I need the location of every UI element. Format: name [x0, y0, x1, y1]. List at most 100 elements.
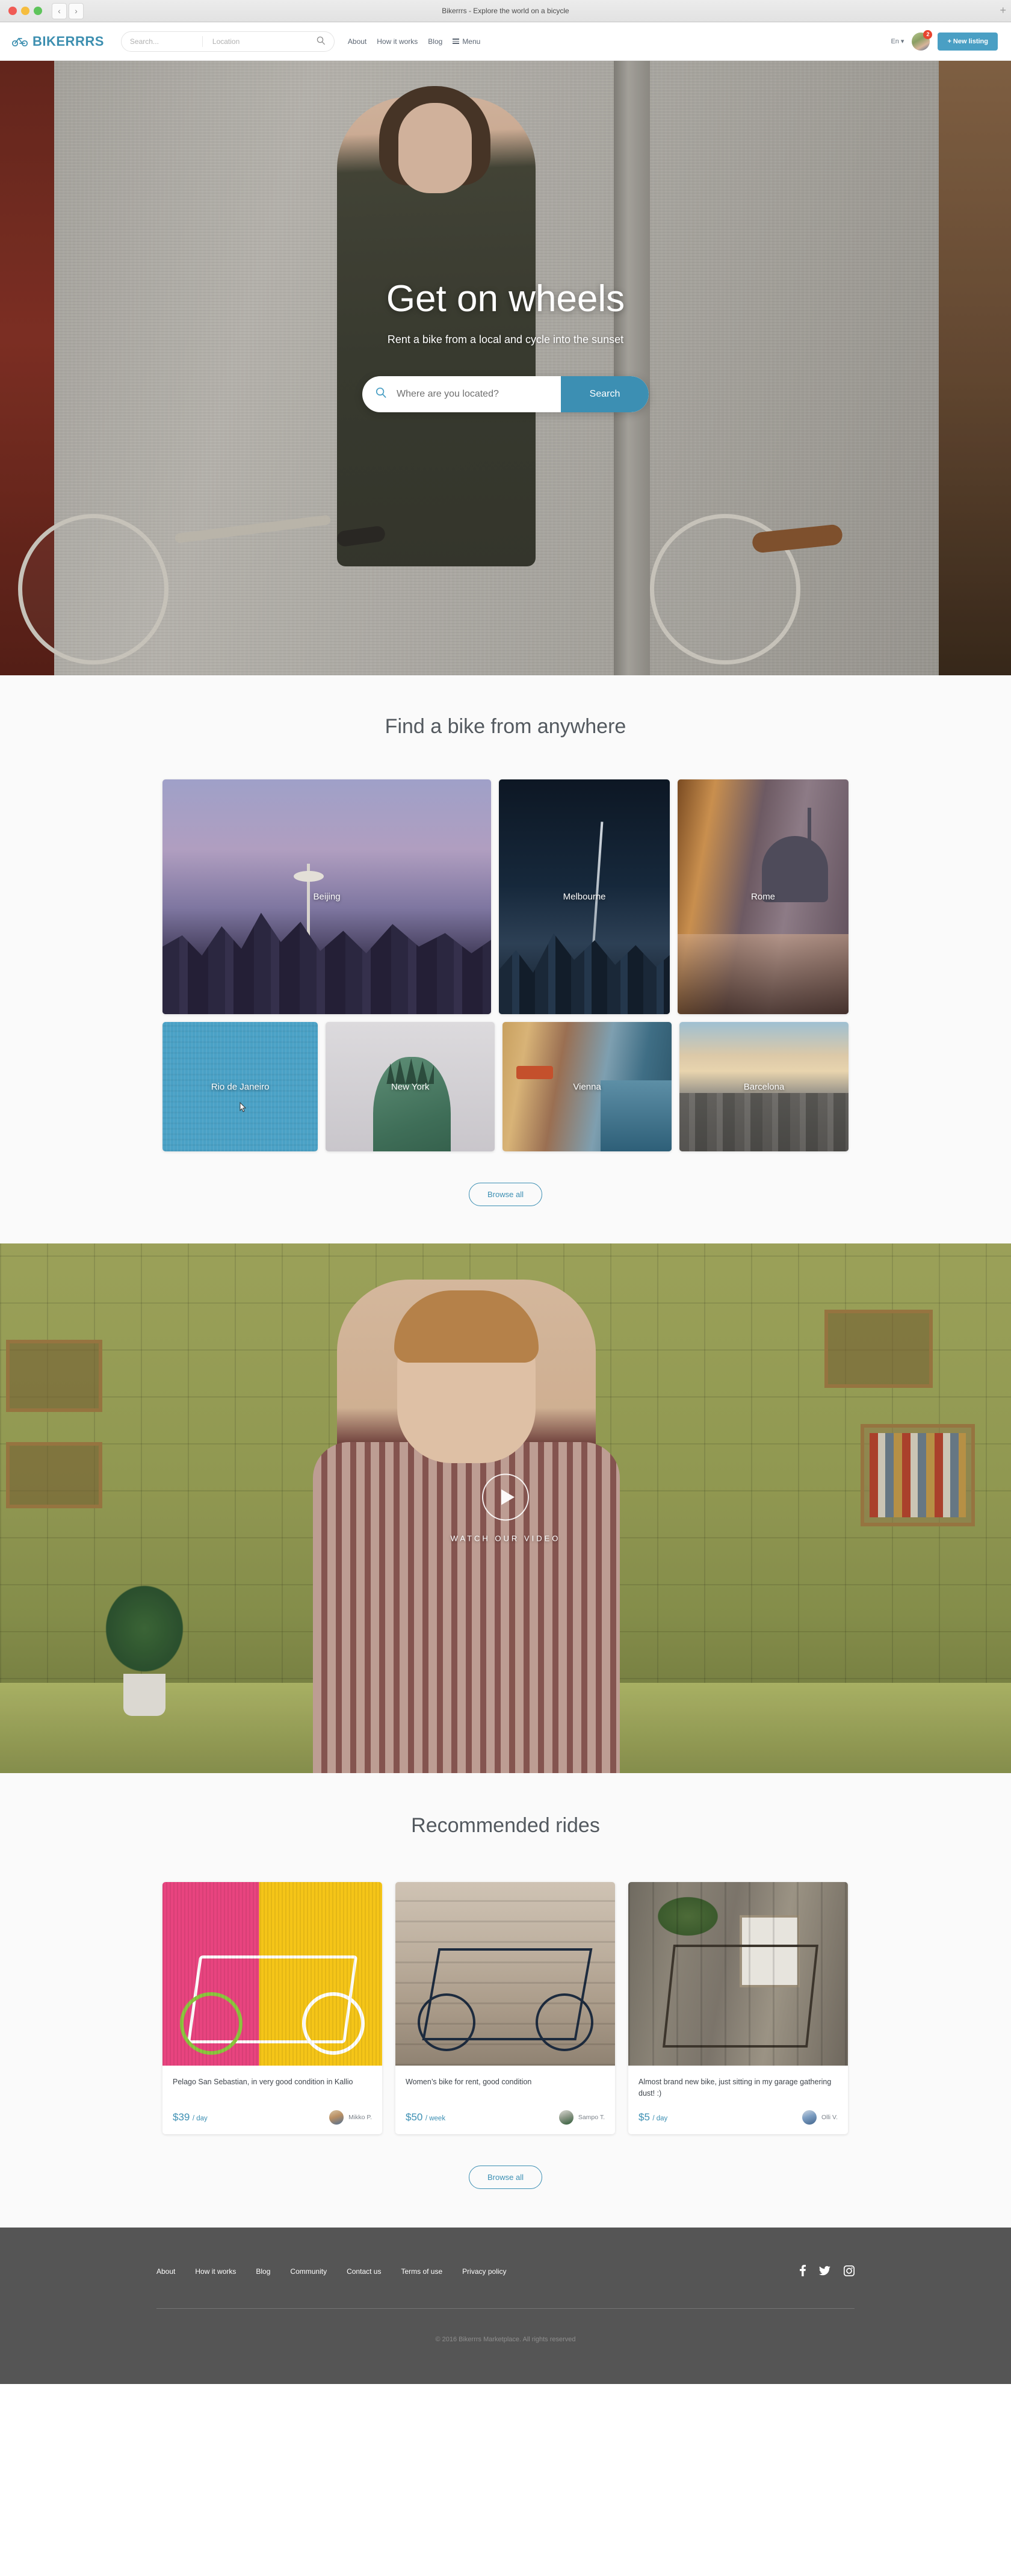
user-avatar-wrap[interactable]: 2 — [912, 29, 933, 51]
ride-price: $5 / day — [638, 2111, 667, 2123]
cities-row-1: Beijing Melbourne Rome — [162, 779, 849, 1014]
hero-section: Get on wheels Rent a bike from a local a… — [0, 61, 1011, 675]
ride-footer: $39 / day Mikko P. — [173, 2110, 372, 2125]
ride-price: $50 / week — [406, 2111, 445, 2123]
ride-price-amount: $39 — [173, 2111, 190, 2123]
rides-browse-wrap: Browse all — [0, 2166, 1011, 2189]
twitter-icon[interactable] — [818, 2265, 830, 2277]
rides-title: Recommended rides — [411, 1814, 600, 1837]
footer-divider — [156, 2308, 855, 2309]
facebook-icon[interactable] — [800, 2265, 806, 2278]
header-right: En ▾ 2 + New listing — [891, 29, 998, 51]
cities-browse-wrap: Browse all — [0, 1183, 1011, 1206]
avatar — [558, 2110, 574, 2125]
avatar — [329, 2110, 344, 2125]
rides-list: Pelago San Sebastian, in very good condi… — [162, 1882, 849, 2134]
browse-all-cities-button[interactable]: Browse all — [469, 1183, 542, 1206]
footer-links: About How it works Blog Community Contac… — [156, 2267, 507, 2276]
ride-price-period: / day — [652, 2115, 668, 2122]
nav-item-menu[interactable]: Menu — [453, 37, 480, 46]
city-card-rio-de-janeiro[interactable]: Rio de Janeiro — [162, 1022, 318, 1151]
hero-subtitle: Rent a bike from a local and cycle into … — [387, 333, 624, 345]
city-card-vienna[interactable]: Vienna — [502, 1022, 672, 1151]
back-button[interactable]: ‹ — [52, 2, 67, 19]
city-card-melbourne[interactable]: Melbourne — [499, 779, 670, 1014]
window-controls[interactable] — [8, 7, 42, 15]
footer-copyright: © 2016 Bikerrrs Marketplace. All rights … — [435, 2336, 576, 2343]
browse-all-rides-button[interactable]: Browse all — [469, 2166, 542, 2189]
footer-link-contact-us[interactable]: Contact us — [347, 2267, 381, 2276]
location-input[interactable]: Location — [203, 37, 317, 46]
search-input[interactable]: Search... — [130, 37, 202, 46]
hero-location-input[interactable]: Where are you located? — [387, 389, 561, 400]
nav-item-blog[interactable]: Blog — [428, 37, 442, 46]
ride-footer: $50 / week Sampo T. — [406, 2110, 605, 2125]
language-selector[interactable]: En ▾ — [891, 37, 904, 46]
ride-price-period: / day — [192, 2115, 208, 2122]
ride-title: Almost brand new bike, just sitting in m… — [638, 2078, 832, 2098]
browser-nav-buttons[interactable]: ‹ › — [52, 2, 84, 19]
window-title: Bikerrrs - Explore the world on a bicycl… — [442, 7, 569, 15]
nav-item-about[interactable]: About — [348, 37, 366, 46]
city-card-beijing[interactable]: Beijing — [162, 779, 492, 1014]
ride-price: $39 / day — [173, 2111, 208, 2123]
hero-title: Get on wheels — [386, 278, 625, 320]
notification-badge[interactable]: 2 — [923, 29, 933, 39]
footer-link-about[interactable]: About — [156, 2267, 175, 2276]
site-header: BIKERRRS Search... Location About How it… — [0, 22, 1011, 61]
minimize-window-button[interactable] — [21, 7, 29, 15]
footer-link-privacy-policy[interactable]: Privacy policy — [462, 2267, 506, 2276]
city-card-new-york[interactable]: New York — [326, 1022, 495, 1151]
instagram-icon[interactable] — [843, 2265, 855, 2278]
footer-link-blog[interactable]: Blog — [256, 2267, 270, 2276]
rides-section: Recommended rides Pelago San Sebastian, … — [0, 1773, 1011, 2228]
video-cta[interactable]: WATCH OUR VIDEO — [0, 1473, 1011, 1543]
city-label: Rome — [751, 891, 776, 902]
close-window-button[interactable] — [8, 7, 17, 15]
ride-owner-name: Mikko P. — [348, 2114, 372, 2121]
ride-card[interactable]: Pelago San Sebastian, in very good condi… — [162, 1882, 382, 2134]
footer-top: About How it works Blog Community Contac… — [156, 2265, 855, 2278]
search-icon[interactable] — [317, 36, 326, 47]
ride-photo — [395, 1882, 615, 2066]
hero-search-button[interactable]: Search — [561, 376, 649, 412]
nav-item-how-it-works[interactable]: How it works — [377, 37, 418, 46]
cities-row-2: Rio de Janeiro New York Vienna Barcelona — [162, 1022, 849, 1151]
new-listing-button[interactable]: + New listing — [938, 32, 998, 51]
cities-grid: Beijing Melbourne Rome Rio de Janeiro Ne… — [162, 779, 849, 1151]
city-label: Barcelona — [743, 1082, 785, 1092]
ride-owner[interactable]: Mikko P. — [329, 2110, 372, 2125]
logo-text: BIKERRRS — [32, 33, 104, 49]
ride-body: Women’s bike for rent, good condition $5… — [395, 2066, 615, 2134]
avatar — [802, 2110, 817, 2125]
language-label: En — [891, 37, 899, 45]
hero-content: Get on wheels Rent a bike from a local a… — [0, 61, 1011, 412]
ride-body: Almost brand new bike, just sitting in m… — [628, 2066, 848, 2134]
city-label: Vienna — [573, 1082, 601, 1092]
city-card-rome[interactable]: Rome — [678, 779, 849, 1014]
video-section[interactable]: WATCH OUR VIDEO — [0, 1243, 1011, 1773]
play-icon[interactable] — [482, 1473, 529, 1521]
ride-owner[interactable]: Sampo T. — [558, 2110, 605, 2125]
logo[interactable]: BIKERRRS — [12, 34, 104, 49]
forward-button[interactable]: › — [69, 2, 84, 19]
header-search-bar[interactable]: Search... Location — [120, 31, 335, 52]
ride-card[interactable]: Women’s bike for rent, good condition $5… — [395, 1882, 615, 2134]
ride-price-amount: $50 — [406, 2111, 423, 2123]
footer-link-terms-of-use[interactable]: Terms of use — [401, 2267, 442, 2276]
city-label: Melbourne — [563, 891, 606, 902]
header-nav: About How it works Blog Menu — [348, 37, 480, 46]
ride-card[interactable]: Almost brand new bike, just sitting in m… — [628, 1882, 848, 2134]
hero-search-bar[interactable]: Where are you located? Search — [362, 376, 649, 412]
hamburger-icon — [453, 39, 460, 44]
city-label: Rio de Janeiro — [211, 1082, 270, 1092]
maximize-window-button[interactable] — [34, 7, 42, 15]
footer-link-how-it-works[interactable]: How it works — [195, 2267, 236, 2276]
new-tab-button[interactable]: + — [1000, 5, 1006, 16]
footer-link-community[interactable]: Community — [290, 2267, 327, 2276]
ride-price-amount: $5 — [638, 2111, 650, 2123]
search-icon — [376, 387, 387, 402]
ride-owner[interactable]: Olli V. — [802, 2110, 838, 2125]
ride-title: Women’s bike for rent, good condition — [406, 2078, 532, 2086]
city-card-barcelona[interactable]: Barcelona — [679, 1022, 849, 1151]
